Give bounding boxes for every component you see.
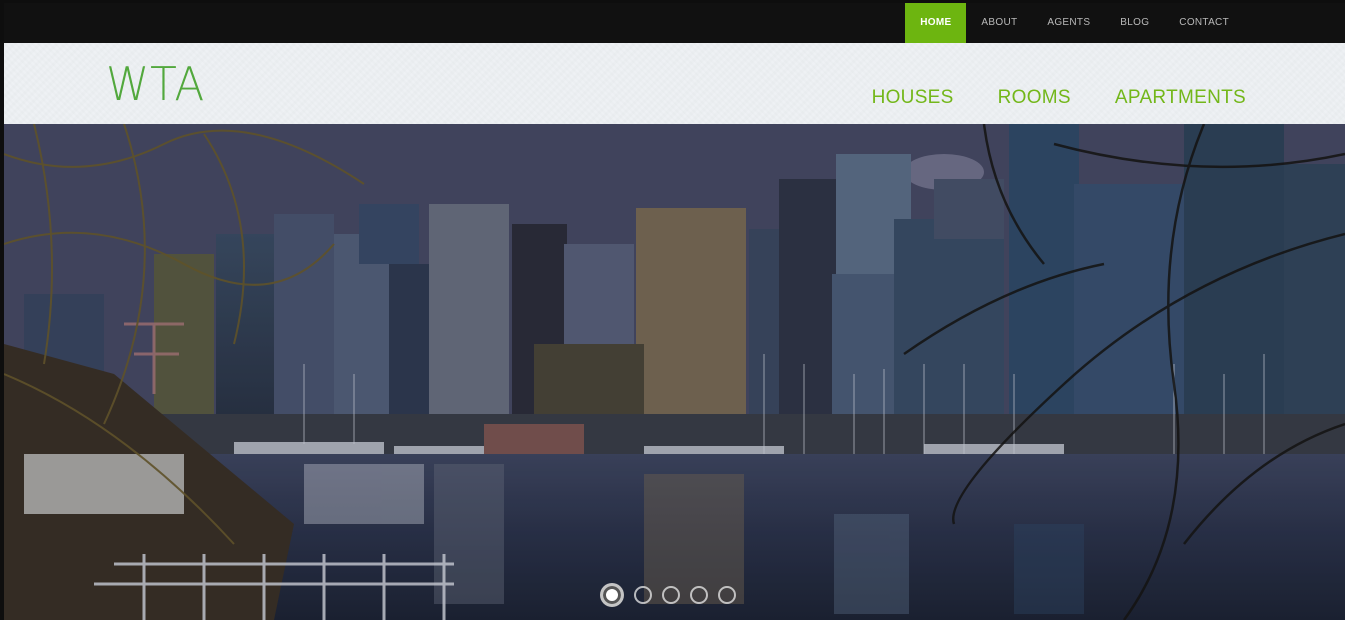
hero-slider (4, 124, 1345, 620)
site-header: WTA HOUSES ROOMS APARTMENTS (4, 43, 1345, 124)
main-nav-houses[interactable]: HOUSES (872, 87, 954, 109)
slider-dot-3[interactable] (662, 586, 680, 604)
top-nav-home[interactable]: HOME (905, 3, 967, 43)
top-nav-about[interactable]: ABOUT (966, 3, 1032, 43)
site-logo[interactable]: WTA (106, 54, 205, 114)
hero-image (4, 124, 1345, 620)
top-nav: HOME ABOUT AGENTS BLOG CONTACT (905, 3, 1244, 43)
slider-dot-4[interactable] (690, 586, 708, 604)
top-nav-agents[interactable]: AGENTS (1032, 3, 1105, 43)
main-nav-rooms[interactable]: ROOMS (998, 87, 1071, 109)
top-bar: HOME ABOUT AGENTS BLOG CONTACT (4, 3, 1345, 43)
main-nav-apartments[interactable]: APARTMENTS (1115, 87, 1246, 109)
slider-dot-1[interactable] (600, 583, 624, 607)
main-nav: HOUSES ROOMS APARTMENTS (828, 87, 1246, 109)
top-nav-contact[interactable]: CONTACT (1164, 3, 1244, 43)
top-nav-blog[interactable]: BLOG (1105, 3, 1164, 43)
slider-dot-5[interactable] (718, 586, 736, 604)
slider-dot-2[interactable] (634, 586, 652, 604)
slider-pagination (600, 583, 736, 607)
